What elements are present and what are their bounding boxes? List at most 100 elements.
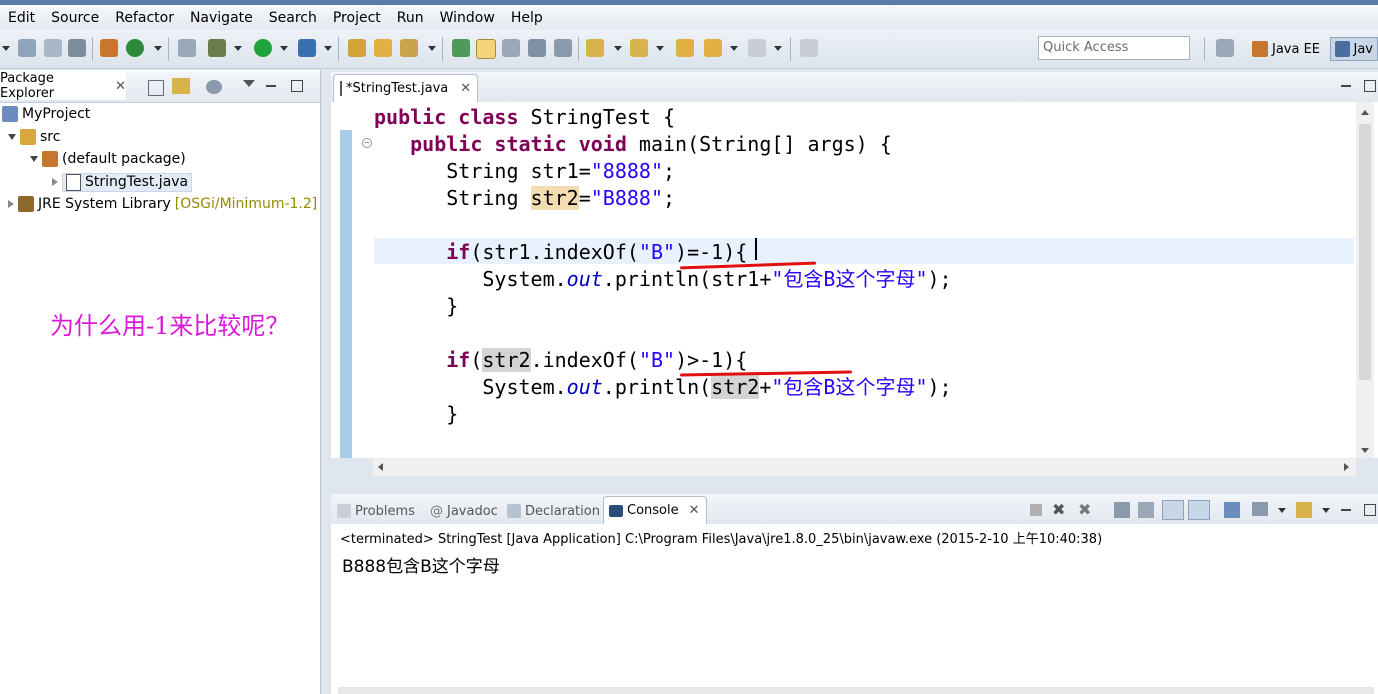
collapsed-arrow-icon[interactable] (52, 178, 58, 186)
clear-console-icon[interactable] (1114, 502, 1130, 518)
external-tools-icon[interactable] (298, 39, 316, 57)
back-arrow-icon[interactable] (704, 39, 722, 57)
scroll-right-icon[interactable] (1344, 463, 1349, 471)
editor-minimize-icon[interactable] (1341, 85, 1351, 87)
tree-item-jre[interactable]: JRE System Library [OSGi/Minimum-1.2] (8, 194, 317, 214)
menu-project[interactable]: Project (325, 10, 389, 26)
save-icon[interactable] (18, 39, 36, 57)
open-type-icon[interactable] (348, 39, 366, 57)
fold-collapse-icon[interactable]: − (362, 138, 372, 148)
close-icon[interactable]: ✕ (689, 503, 700, 518)
debug-icon[interactable] (208, 39, 226, 57)
open-task-icon[interactable] (374, 39, 392, 57)
previous-annotation-dropdown-arrow[interactable] (656, 46, 664, 51)
show-whitespace-icon[interactable] (528, 39, 546, 57)
collapsed-arrow-icon[interactable] (8, 200, 14, 208)
skip-breakpoints-icon[interactable] (178, 39, 196, 57)
expanded-arrow-icon[interactable] (30, 156, 38, 162)
view-menu-icon[interactable] (243, 80, 255, 87)
editor-horizontal-scrollbar[interactable] (373, 458, 1356, 476)
tree-item-default-package[interactable]: (default package) (30, 149, 186, 169)
show-on-stdout-icon[interactable] (1162, 500, 1184, 520)
editor-maximize-icon[interactable] (1364, 80, 1376, 92)
scroll-lock-icon[interactable] (1138, 502, 1154, 518)
search-dropdown-arrow[interactable] (428, 46, 436, 51)
tab-console[interactable]: Console ✕ (603, 496, 707, 524)
terminate-icon[interactable] (1030, 504, 1042, 516)
menu-source[interactable]: Source (43, 10, 107, 26)
mark-occurrences-icon[interactable] (476, 39, 496, 59)
perspective-java[interactable]: Jav (1330, 37, 1378, 61)
tree-item-project[interactable]: MyProject (2, 104, 90, 124)
menu-edit[interactable]: Edit (0, 10, 43, 26)
menu-run[interactable]: Run (389, 10, 432, 26)
open-console-icon[interactable] (1296, 502, 1312, 518)
close-icon[interactable]: ✕ (115, 79, 126, 94)
run-icon[interactable] (254, 39, 272, 57)
menu-window[interactable]: Window (432, 10, 503, 26)
tree-item-stringtest-java[interactable]: StringTest.java (52, 172, 193, 192)
debug-dropdown-arrow[interactable] (234, 46, 242, 51)
selected-file[interactable]: StringTest.java (62, 172, 193, 192)
remove-all-launches-icon[interactable]: ✖ (1078, 500, 1091, 519)
forward-arrow-icon[interactable] (748, 39, 766, 57)
tab-problems[interactable]: Problems (337, 499, 415, 523)
tab-package-explorer[interactable]: Package Explorer ✕ (0, 71, 126, 101)
scroll-down-icon[interactable] (1361, 448, 1369, 453)
new-dropdown-arrow[interactable] (2, 46, 10, 51)
close-icon[interactable]: ✕ (460, 81, 471, 96)
toggle-ant-editor-icon[interactable] (452, 39, 470, 57)
tab-declaration[interactable]: Declaration (507, 499, 600, 523)
collapse-all-icon[interactable] (148, 80, 164, 96)
back-dropdown-arrow[interactable] (730, 46, 738, 51)
remove-launch-icon[interactable]: ✖ (1052, 500, 1065, 519)
previous-annotation-icon[interactable] (630, 39, 648, 57)
save-all-icon[interactable] (44, 39, 62, 57)
open-perspective-icon[interactable] (1216, 39, 1234, 57)
open-console-dropdown-arrow[interactable] (1322, 508, 1330, 513)
display-console-icon[interactable] (1252, 502, 1268, 516)
quick-access-input[interactable]: Quick Access (1038, 36, 1190, 60)
java-file-icon (66, 173, 81, 191)
show-source-icon[interactable] (554, 39, 572, 57)
console-view[interactable] (331, 524, 1378, 694)
problems-icon (337, 504, 351, 518)
console-minimize-icon[interactable] (1341, 509, 1351, 511)
link-with-editor-icon[interactable] (172, 78, 190, 94)
console-horizontal-scrollbar[interactable] (338, 687, 1374, 694)
search-icon[interactable] (400, 39, 418, 57)
change-gutter (340, 130, 352, 458)
menu-refactor[interactable]: Refactor (107, 10, 182, 26)
forward-dropdown-arrow[interactable] (774, 46, 782, 51)
code-line-1: public class StringTest { (374, 105, 676, 129)
maximize-icon[interactable] (291, 80, 303, 92)
scroll-left-icon[interactable] (378, 463, 383, 471)
block-selection-icon[interactable] (502, 39, 520, 57)
tab-javadoc[interactable]: @ Javadoc (430, 499, 498, 523)
external-tools-dropdown-arrow[interactable] (324, 46, 332, 51)
show-on-stderr-icon[interactable] (1188, 500, 1210, 520)
next-annotation-dropdown-arrow[interactable] (614, 46, 622, 51)
editor-scroll-thumb[interactable] (1359, 124, 1371, 380)
tab-stringtest-java[interactable]: *StringTest.java ✕ (333, 74, 478, 102)
filter-icon[interactable] (206, 80, 222, 94)
menu-help[interactable]: Help (503, 10, 551, 26)
run-dropdown-arrow[interactable] (280, 46, 288, 51)
last-edit-location-icon[interactable] (676, 39, 694, 57)
new-class-dropdown-arrow[interactable] (154, 46, 162, 51)
perspective-java-ee[interactable]: Java EE (1248, 37, 1324, 61)
tree-item-src[interactable]: src (8, 127, 60, 147)
pin-console-icon[interactable] (1224, 502, 1240, 518)
new-class-icon[interactable] (126, 39, 144, 57)
menu-navigate[interactable]: Navigate (182, 10, 261, 26)
minimize-icon[interactable] (266, 85, 276, 87)
new-package-icon[interactable] (100, 39, 118, 57)
menu-search[interactable]: Search (261, 10, 325, 26)
scroll-up-icon[interactable] (1361, 110, 1369, 115)
pin-editor-icon[interactable] (800, 39, 818, 57)
expanded-arrow-icon[interactable] (8, 134, 16, 140)
print-icon[interactable] (68, 39, 86, 57)
next-annotation-icon[interactable] (586, 39, 604, 57)
console-maximize-icon[interactable] (1364, 504, 1376, 516)
display-console-dropdown-arrow[interactable] (1278, 508, 1286, 513)
